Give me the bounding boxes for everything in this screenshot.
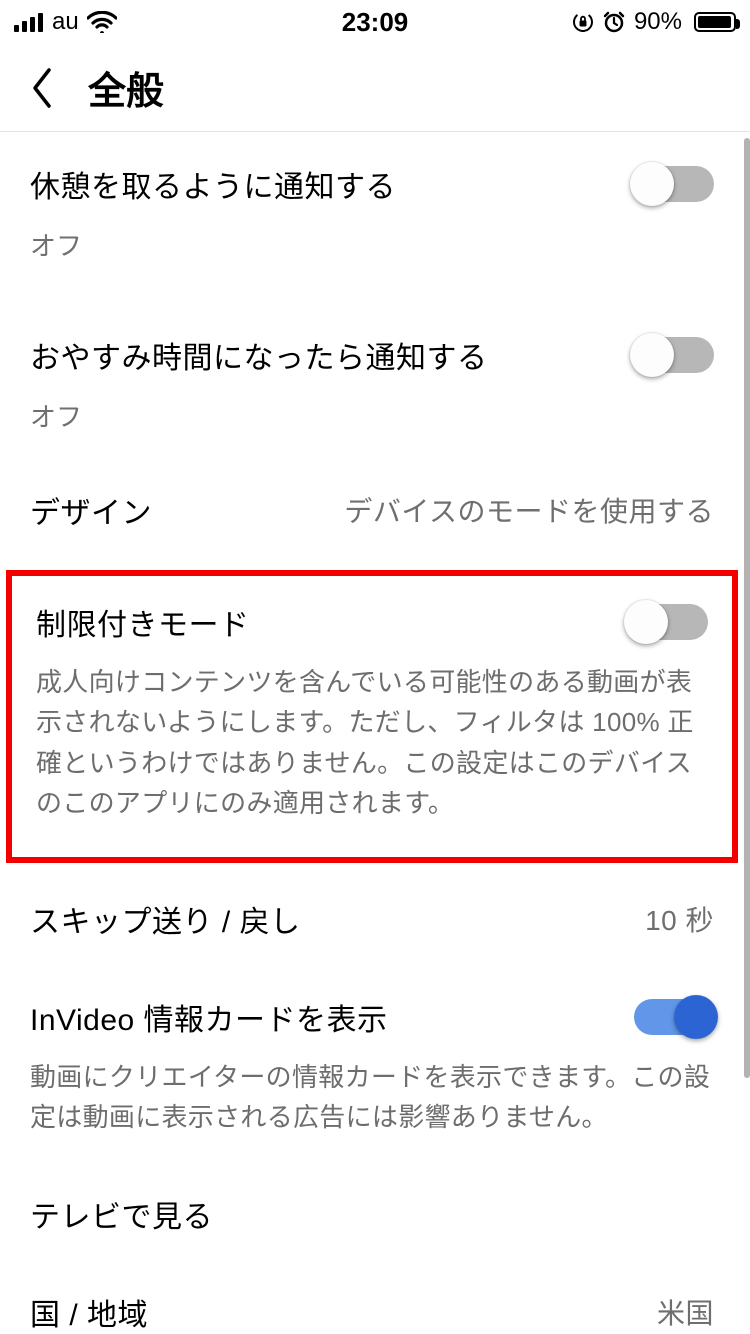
country-title: 国 / 地域	[30, 1290, 148, 1334]
navbar: 全般	[0, 44, 750, 132]
bedtime-reminder-toggle[interactable]	[634, 337, 714, 373]
wifi-icon	[87, 11, 117, 33]
setting-break-reminder[interactable]: 休憩を取るように通知する オフ	[0, 134, 744, 283]
bedtime-reminder-sub: オフ	[30, 397, 714, 434]
back-button[interactable]	[20, 66, 64, 110]
setting-bedtime-reminder[interactable]: おやすみ時間になったら通知する オフ	[0, 305, 744, 454]
invideo-cards-toggle[interactable]	[634, 999, 714, 1035]
battery-percentage: 90%	[634, 8, 682, 36]
country-value: 米国	[657, 1292, 714, 1332]
orientation-lock-icon	[572, 11, 594, 33]
battery-icon	[690, 12, 736, 32]
break-reminder-toggle[interactable]	[634, 166, 714, 202]
skip-title: スキップ送り / 戻し	[30, 897, 301, 941]
invideo-cards-title: InVideo 情報カードを表示	[30, 995, 388, 1039]
design-title: デザイン	[30, 488, 152, 532]
invideo-cards-desc: 動画にクリエイターの情報カードを表示できます。この設定は動画に表示される広告には…	[30, 1057, 714, 1138]
carrier-label: au	[52, 8, 79, 36]
setting-invideo-cards[interactable]: InVideo 情報カードを表示 動画にクリエイターの情報カードを表示できます。…	[0, 967, 744, 1158]
watch-on-tv-title: テレビで見る	[30, 1192, 213, 1236]
restricted-mode-title: 制限付きモード	[36, 600, 250, 644]
chevron-left-icon	[29, 66, 55, 110]
scrollbar[interactable]	[744, 134, 750, 1328]
restricted-mode-toggle[interactable]	[628, 604, 708, 640]
bedtime-reminder-title: おやすみ時間になったら通知する	[30, 333, 488, 377]
setting-watch-on-tv[interactable]: テレビで見る	[0, 1164, 744, 1256]
status-time: 23:09	[342, 7, 409, 38]
setting-restricted-mode[interactable]: 制限付きモード 成人向けコンテンツを含んでいる可能性のある動画が表示されないよう…	[6, 570, 738, 863]
break-reminder-sub: オフ	[30, 226, 714, 263]
break-reminder-title: 休憩を取るように通知する	[30, 162, 396, 206]
status-left: au	[14, 8, 117, 36]
alarm-icon	[602, 11, 626, 33]
status-bar: au 23:09 90%	[0, 0, 750, 44]
setting-design[interactable]: デザイン デバイスのモードを使用する	[0, 460, 744, 552]
setting-country[interactable]: 国 / 地域 米国	[0, 1262, 744, 1334]
design-value: デバイスのモードを使用する	[344, 490, 714, 530]
settings-list: 休憩を取るように通知する オフ おやすみ時間になったら通知する オフ デザイン …	[0, 134, 744, 1334]
status-right: 90%	[572, 8, 736, 36]
restricted-mode-desc: 成人向けコンテンツを含んでいる可能性のある動画が表示されないようにします。ただし…	[36, 662, 708, 823]
setting-skip[interactable]: スキップ送り / 戻し 10 秒	[0, 881, 744, 961]
cellular-signal-icon	[14, 12, 44, 32]
scrollbar-thumb[interactable]	[744, 138, 750, 1078]
skip-value: 10 秒	[645, 899, 714, 939]
page-title: 全般	[88, 60, 164, 115]
